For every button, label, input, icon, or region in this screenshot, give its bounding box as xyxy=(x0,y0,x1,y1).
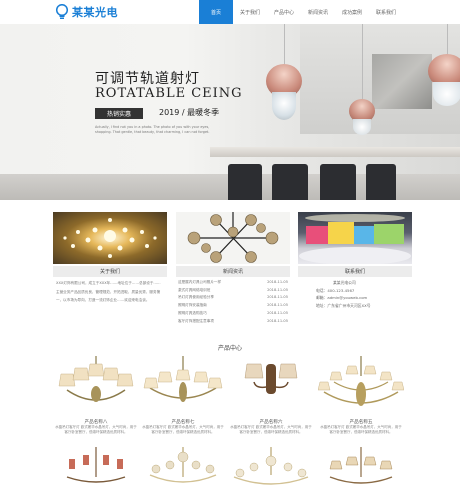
news-text: 照明灯具选购技巧 xyxy=(178,310,207,315)
glass-globe-chandelier-illustration xyxy=(187,212,279,263)
crystal-chandelier-illustration xyxy=(149,447,217,483)
about-section: 关于我们 XXX灯饰有限公司，成立于XXX年……地址位于……总部设于……主营业务… xyxy=(53,212,167,307)
news-row[interactable]: 激式灯具网络培训班 2018-11-05 xyxy=(176,287,290,295)
banner-chair xyxy=(366,164,396,200)
chandelier-illustration xyxy=(317,356,405,406)
product-description: 水晶吊灯客厅灯 欧式奢华水晶吊灯，大气时尚，用于客厅卧室餐厅，低碳环保精选优质材… xyxy=(55,425,137,434)
logo-text: 某某光电 xyxy=(72,6,118,19)
news-list: 这是展内灯具公司照片一样 2018-11-05 激式灯具网络培训班 2018-11-… xyxy=(176,277,290,325)
contact-company: 某某光电公司 xyxy=(333,280,356,285)
site-header: 某某光电 首页 关于我们 产品中心 新闻资讯 成功案例 联系我们 xyxy=(0,0,460,24)
pendant-cord xyxy=(447,24,448,54)
banner-chair xyxy=(320,164,356,200)
banner-description: Actually, I find not you in a photo. The… xyxy=(95,125,210,134)
product-card[interactable]: 产品名称六 水晶吊灯客厅灯 欧式奢华水晶吊灯，大气时尚，用于客厅卧室餐厅，低碳环… xyxy=(228,356,314,435)
product-card[interactable] xyxy=(140,447,226,488)
banner-title-cn: 可调节轨道射灯 xyxy=(95,71,200,87)
product-card[interactable]: 产品名称五 水晶吊灯客厅灯 欧式奢华水晶吊灯，大气时尚，用于客厅卧室餐厅，低碳环… xyxy=(317,356,405,435)
news-title[interactable]: 新闻资讯 xyxy=(176,266,290,277)
news-text: 激式灯具网络培训班 xyxy=(178,287,211,292)
news-text: 这是展内灯具公司照片一样 xyxy=(178,280,222,284)
hot-sale-button[interactable]: 热销实惠 xyxy=(95,108,143,119)
banner-chair xyxy=(228,164,262,200)
news-text: 吊灯灯具使用经验分享 xyxy=(178,295,214,300)
news-date: 2018-11-05 xyxy=(267,295,288,300)
news-date: 2018-11-05 xyxy=(267,310,288,315)
contact-title[interactable]: 联系我们 xyxy=(298,266,412,277)
product-image xyxy=(228,447,314,488)
nav-item-cases[interactable]: 成功案例 xyxy=(335,0,369,24)
lightbulb-icon xyxy=(55,4,69,19)
product-image xyxy=(53,447,139,488)
showroom-illustration xyxy=(299,214,411,264)
product-card[interactable] xyxy=(318,447,404,488)
contact-section: 联系我们 某某光电公司 电话：400-123-4567 邮箱：admin@you… xyxy=(298,212,412,309)
pendant-lamp xyxy=(433,82,460,106)
product-card[interactable]: 产品名称八 水晶吊灯客厅灯 欧式奢华水晶吊灯，大气时尚，用于客厅卧室餐厅，低碳环… xyxy=(53,356,139,435)
news-date: 2018-11-05 xyxy=(267,303,288,308)
chandelier-illustration xyxy=(58,356,134,402)
product-description: 水晶吊灯客厅灯 欧式奢华水晶吊灯，大气时尚，用于客厅卧室餐厅，低碳环保精选优质材… xyxy=(230,425,312,434)
news-row[interactable]: 吊灯灯具使用经验分享 2018-11-05 xyxy=(176,294,290,302)
ceiling-light-illustration xyxy=(63,218,157,258)
product-card[interactable] xyxy=(228,447,314,488)
product-card[interactable]: 产品名称七 水晶吊灯客厅灯 欧式奢华水晶吊灯，大气时尚，用于客厅卧室餐厅，低碳环… xyxy=(140,356,226,435)
product-image xyxy=(318,447,404,488)
news-row[interactable]: 这是展内灯具公司照片一样 2018-11-05 xyxy=(176,279,290,287)
wall-sconce-illustration xyxy=(244,363,298,394)
nav-item-about[interactable]: 关于我们 xyxy=(233,0,267,24)
news-row[interactable]: 照明灯饰安装指南 2018-11-05 xyxy=(176,302,290,310)
product-image xyxy=(228,356,314,418)
news-image[interactable] xyxy=(176,212,290,264)
news-date: 2018-11-05 xyxy=(267,318,288,323)
nav-item-products[interactable]: 产品中心 xyxy=(267,0,301,24)
about-image[interactable] xyxy=(53,212,167,264)
news-row[interactable]: 客厅灯饰搭配注意事项 2018-11-05 xyxy=(176,318,290,326)
banner-wall-art xyxy=(372,54,432,109)
product-image xyxy=(53,356,139,418)
nav-item-contact[interactable]: 联系我们 xyxy=(369,0,403,24)
contact-image[interactable] xyxy=(298,212,412,264)
pendant-lamp xyxy=(272,92,296,120)
main-nav: 首页 关于我们 产品中心 新闻资讯 成功案例 联系我们 xyxy=(199,0,403,24)
contact-email: 邮箱：admin@youweb.com xyxy=(316,295,368,301)
banner-table xyxy=(210,147,460,157)
news-row[interactable]: 照明灯具选购技巧 2018-11-05 xyxy=(176,310,290,318)
product-image xyxy=(140,356,226,418)
chandelier-illustration xyxy=(143,356,223,402)
product-description: 水晶吊灯客厅灯 欧式奢华水晶吊灯，大气时尚，用于客厅卧室餐厅，低碳环保精选优质材… xyxy=(142,425,224,434)
about-text: XXX灯饰有限公司，成立于XXX年……地址位于……总部设于……主营业务产品品质优… xyxy=(56,281,161,302)
nav-item-news[interactable]: 新闻资讯 xyxy=(301,0,335,24)
product-description: 水晶吊灯客厅灯 欧式奢华水晶吊灯，大气时尚，用于客厅卧室餐厅，低碳环保精选优质材… xyxy=(320,425,402,434)
product-image xyxy=(140,447,226,488)
product-card[interactable] xyxy=(53,447,139,488)
nav-item-home[interactable]: 首页 xyxy=(199,0,233,24)
pendant-cord xyxy=(362,24,363,99)
news-text: 照明灯饰安装指南 xyxy=(178,303,207,308)
news-section: 新闻资讯 这是展内灯具公司照片一样 2018-11-05 激式灯具网络培训班 201… xyxy=(176,212,290,325)
chandelier-illustration xyxy=(329,447,393,484)
contact-address: 地址：广东省广州市天河区XX号 xyxy=(316,302,371,308)
news-text: 客厅灯饰搭配注意事项 xyxy=(178,318,214,323)
hero-banner[interactable]: 可调节轨道射灯 ROTATABLE CEING 热销实惠 2019 / 最暖冬季… xyxy=(0,24,460,200)
news-date: 2018-11-05 xyxy=(267,287,288,292)
banner-chair xyxy=(272,164,308,200)
banner-title-en: ROTATABLE CEING xyxy=(95,86,243,101)
logo[interactable]: 某某光电 xyxy=(55,4,118,20)
pendant-cord xyxy=(284,24,285,64)
contact-info: 某某光电公司 电话：400-123-4567 邮箱：admin@youweb.c… xyxy=(298,277,412,309)
about-title[interactable]: 关于我们 xyxy=(53,266,167,277)
pendant-lamp xyxy=(353,119,371,135)
crystal-chandelier-illustration xyxy=(233,447,309,485)
products-title: 产品中心 xyxy=(217,345,242,352)
product-image xyxy=(317,356,405,418)
chandelier-illustration xyxy=(66,447,126,483)
banner-season-text: 2019 / 最暖冬季 xyxy=(159,108,220,117)
contact-phone: 电话：400-123-4567 xyxy=(316,287,355,293)
news-date: 2018-11-05 xyxy=(267,280,288,284)
